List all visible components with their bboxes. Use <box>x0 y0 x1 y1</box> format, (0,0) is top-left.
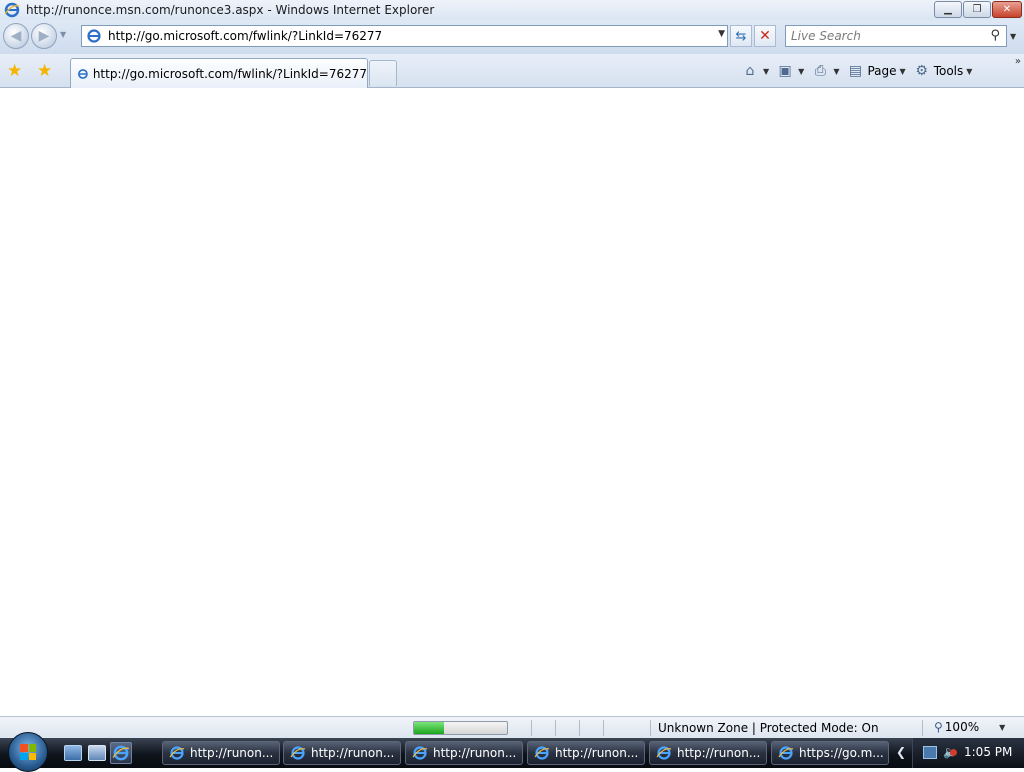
home-icon: ⌂ <box>745 63 755 79</box>
command-bar: ⌂ ▼ ▣ ▼ ⎙ ▼ ▤ Page ▼ ⚙ Tools ▼ <box>740 60 978 82</box>
home-button[interactable]: ⌂ ▼ <box>740 60 775 82</box>
taskbar: http://runon... http://runon... http://r… <box>0 732 1024 772</box>
close-button[interactable]: ✕ <box>992 1 1022 18</box>
status-divider <box>555 720 556 736</box>
search-options-dropdown-icon[interactable]: ▼ <box>1010 32 1016 41</box>
zoom-dropdown-icon[interactable]: ▼ <box>999 723 1005 732</box>
zoom-control[interactable]: ⚲ 100% ▼ <box>934 720 1005 734</box>
show-hidden-icons-icon[interactable]: ❮ <box>896 745 906 759</box>
tab-ie-icon <box>78 68 88 79</box>
notification-area: 🔈 1:05 PM <box>912 738 1024 768</box>
back-button[interactable]: ◀ <box>3 23 29 49</box>
address-dropdown-icon[interactable]: ▼ <box>718 29 725 39</box>
ie-logo-icon <box>4 2 20 18</box>
print-button[interactable]: ⎙ ▼ <box>810 60 845 82</box>
tab-label: http://go.microsoft.com/fwlink/?LinkId=7… <box>92 66 367 81</box>
ie-logo-icon <box>778 746 794 760</box>
chevron-down-icon: ▼ <box>899 66 906 76</box>
status-divider <box>531 720 532 736</box>
restore-icon: ❐ <box>972 4 982 15</box>
tools-menu-button[interactable]: ⚙ Tools ▼ <box>912 60 979 82</box>
chevron-down-icon[interactable]: ▼ <box>798 67 804 76</box>
taskbar-button-label: http://runon... <box>190 746 274 760</box>
taskbar-window-button[interactable]: http://runon... <box>405 741 523 765</box>
window-title: http://runonce.msn.com/runonce3.aspx - W… <box>26 3 435 17</box>
favorites-center-icon[interactable]: ★ <box>7 62 25 80</box>
forward-arrow-icon: ▶ <box>38 28 50 44</box>
show-desktop-icon[interactable] <box>64 745 82 761</box>
address-bar[interactable]: http://go.microsoft.com/fwlink/?LinkId=7… <box>81 25 728 47</box>
taskbar-window-button[interactable]: http://runon... <box>162 741 280 765</box>
security-zone-text[interactable]: Unknown Zone | Protected Mode: On <box>658 721 879 735</box>
status-divider <box>922 720 923 736</box>
tab-active[interactable]: http://go.microsoft.com/fwlink/?LinkId=7… <box>70 58 368 88</box>
chevron-down-icon[interactable]: ▼ <box>763 67 769 76</box>
add-to-favorites-icon[interactable]: ★ <box>37 62 55 80</box>
ie-logo-icon <box>656 746 672 760</box>
taskbar-window-button[interactable]: http://runon... <box>527 741 645 765</box>
taskbar-window-button[interactable]: http://runon... <box>649 741 767 765</box>
page-icon: ▤ <box>848 63 863 79</box>
status-divider <box>650 720 651 736</box>
title-bar: http://runonce.msn.com/runonce3.aspx - W… <box>0 0 1024 20</box>
taskbar-button-label: https://go.m... <box>799 746 884 760</box>
clock[interactable]: 1:05 PM <box>964 745 1012 759</box>
new-tab-button[interactable] <box>369 60 397 86</box>
zoom-icon: ⚲ <box>934 720 943 734</box>
back-arrow-icon: ◀ <box>10 28 22 44</box>
recent-pages-dropdown-icon[interactable]: ▼ <box>60 30 66 39</box>
more-commands-icon[interactable]: » <box>1015 56 1021 67</box>
taskbar-window-button[interactable]: https://go.m... <box>771 741 889 765</box>
search-box[interactable]: ⚲ <box>785 25 1007 47</box>
forward-button[interactable]: ▶ <box>31 23 57 49</box>
chevron-down-icon: ▼ <box>966 66 973 76</box>
ie-logo-icon <box>534 746 550 760</box>
ie-logo-icon <box>290 746 306 760</box>
quick-launch-ie-button[interactable] <box>110 742 132 764</box>
search-icon[interactable]: ⚲ <box>990 28 1000 43</box>
zoom-level: 100% <box>944 720 980 734</box>
minimize-button[interactable]: ▁ <box>934 1 962 18</box>
taskbar-button-label: http://runon... <box>433 746 517 760</box>
refresh-icon: ⇆ <box>735 28 747 44</box>
navigation-bar: ◀ ▶ ▼ http://go.microsoft.com/fwlink/?Li… <box>0 20 1024 54</box>
chevron-down-icon[interactable]: ▼ <box>833 67 839 76</box>
status-divider <box>603 720 604 736</box>
tools-menu-label: Tools <box>933 64 964 78</box>
restore-button[interactable]: ❐ <box>963 1 991 18</box>
ie-logo-icon <box>112 745 130 761</box>
switch-windows-icon[interactable] <box>88 745 106 761</box>
page-menu-label: Page <box>867 64 897 78</box>
ie-logo-icon <box>169 746 185 760</box>
minimize-icon: ▁ <box>944 4 952 15</box>
start-button[interactable] <box>8 732 48 772</box>
taskbar-window-button[interactable]: http://runon... <box>283 741 401 765</box>
taskbar-button-label: http://runon... <box>677 746 761 760</box>
feeds-button[interactable]: ▣ ▼ <box>775 60 810 82</box>
progress-fill <box>414 722 444 734</box>
mute-indicator-icon <box>950 749 957 756</box>
gear-icon: ⚙ <box>915 63 928 79</box>
printer-icon: ⎙ <box>814 63 826 79</box>
windows-logo-icon <box>20 744 36 760</box>
close-icon: ✕ <box>1002 4 1012 15</box>
stop-icon: ✕ <box>759 28 771 44</box>
search-input[interactable] <box>791 29 981 43</box>
tab-bar: ★ ★ http://go.microsoft.com/fwlink/?Link… <box>0 54 1024 88</box>
ie-logo-icon <box>412 746 428 760</box>
page-ie-icon <box>87 29 101 43</box>
network-icon[interactable] <box>923 746 937 759</box>
rss-feed-icon: ▣ <box>778 63 792 79</box>
status-divider <box>579 720 580 736</box>
taskbar-button-label: http://runon... <box>555 746 639 760</box>
page-content[interactable] <box>0 89 1024 716</box>
stop-button[interactable]: ✕ <box>754 25 776 47</box>
status-bar: Unknown Zone | Protected Mode: On ⚲ 100%… <box>0 716 1024 738</box>
taskbar-button-label: http://runon... <box>311 746 395 760</box>
address-url[interactable]: http://go.microsoft.com/fwlink/?LinkId=7… <box>108 29 382 43</box>
progress-bar <box>413 721 508 735</box>
page-menu-button[interactable]: ▤ Page ▼ <box>845 60 911 82</box>
refresh-button[interactable]: ⇆ <box>730 25 752 47</box>
